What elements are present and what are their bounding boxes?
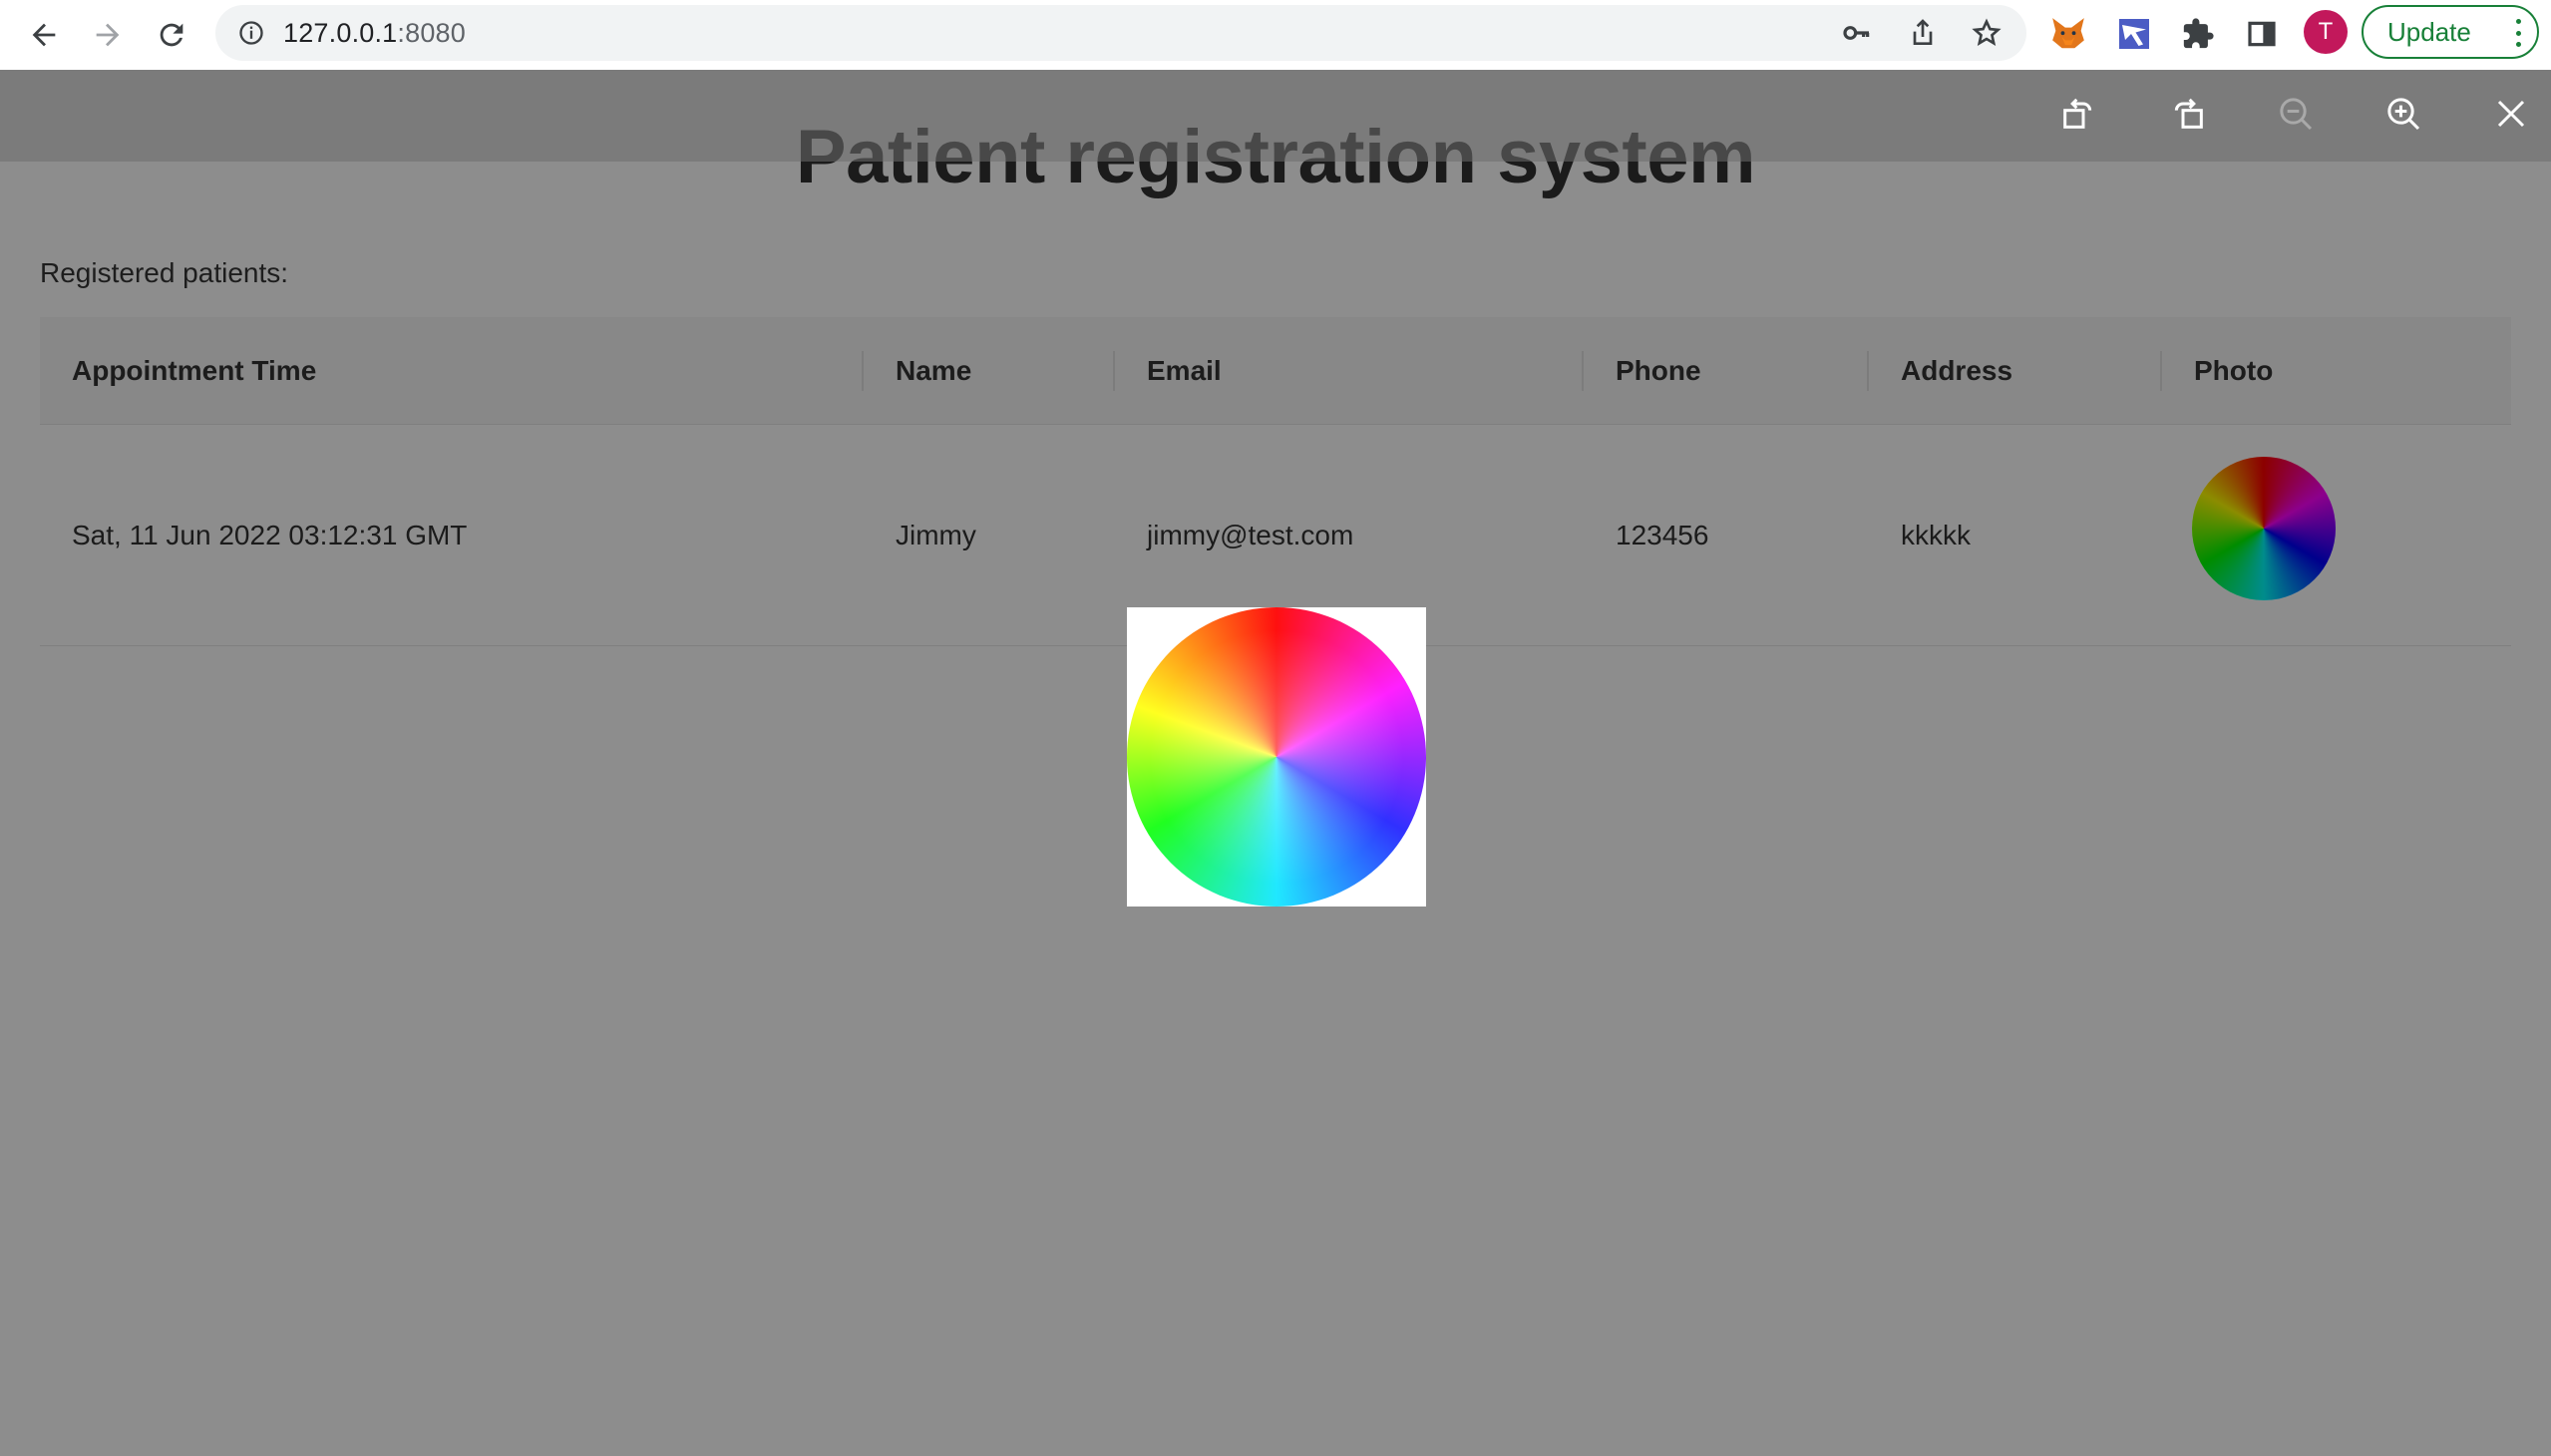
- rotate-left-icon: [2063, 98, 2092, 129]
- back-button[interactable]: [18, 9, 70, 61]
- url-text[interactable]: 127.0.0.1:8080: [283, 18, 466, 49]
- reload-icon: [160, 23, 183, 47]
- extension-icon: [2119, 19, 2149, 49]
- rotate-right-icon: [2174, 98, 2203, 129]
- url-port: :8080: [397, 18, 466, 48]
- forward-button[interactable]: [82, 9, 134, 61]
- zoom-in-button[interactable]: [2377, 88, 2429, 140]
- reload-button[interactable]: [146, 9, 197, 61]
- browser-toolbar: 127.0.0.1:8080 T Update: [0, 0, 2551, 70]
- close-viewer-button[interactable]: [2485, 88, 2537, 140]
- metamask-fox-icon: [2052, 18, 2084, 49]
- zoom-out-button[interactable]: [2270, 88, 2322, 140]
- share-icon[interactable]: [1907, 17, 1939, 49]
- extensions-button[interactable]: [2178, 14, 2218, 54]
- rotate-left-button[interactable]: [2052, 88, 2104, 140]
- side-panel-icon: [2248, 21, 2276, 47]
- image-preview[interactable]: [1127, 607, 1426, 907]
- rotate-right-button[interactable]: [2162, 88, 2214, 140]
- zoom-out-icon: [2280, 98, 2313, 131]
- side-panel-button[interactable]: [2242, 14, 2282, 54]
- key-icon[interactable]: [1841, 17, 1873, 49]
- close-icon: [2497, 100, 2525, 128]
- update-label: Update: [2387, 16, 2471, 47]
- zoom-in-icon: [2387, 98, 2420, 131]
- puzzle-icon: [2183, 18, 2214, 49]
- color-wheel-image: [1127, 607, 1426, 907]
- more-menu-icon[interactable]: [2515, 19, 2521, 47]
- star-icon[interactable]: [1971, 17, 2003, 49]
- profile-avatar[interactable]: T: [2304, 10, 2348, 54]
- url-host: 127.0.0.1: [283, 18, 398, 48]
- back-arrow-icon: [32, 23, 56, 47]
- address-bar[interactable]: 127.0.0.1:8080: [215, 5, 2026, 61]
- metamask-extension[interactable]: [2048, 14, 2088, 54]
- forward-arrow-icon: [96, 23, 120, 47]
- info-icon[interactable]: [237, 19, 265, 47]
- update-button[interactable]: Update: [2362, 5, 2539, 59]
- vpn-extension[interactable]: [2114, 14, 2154, 54]
